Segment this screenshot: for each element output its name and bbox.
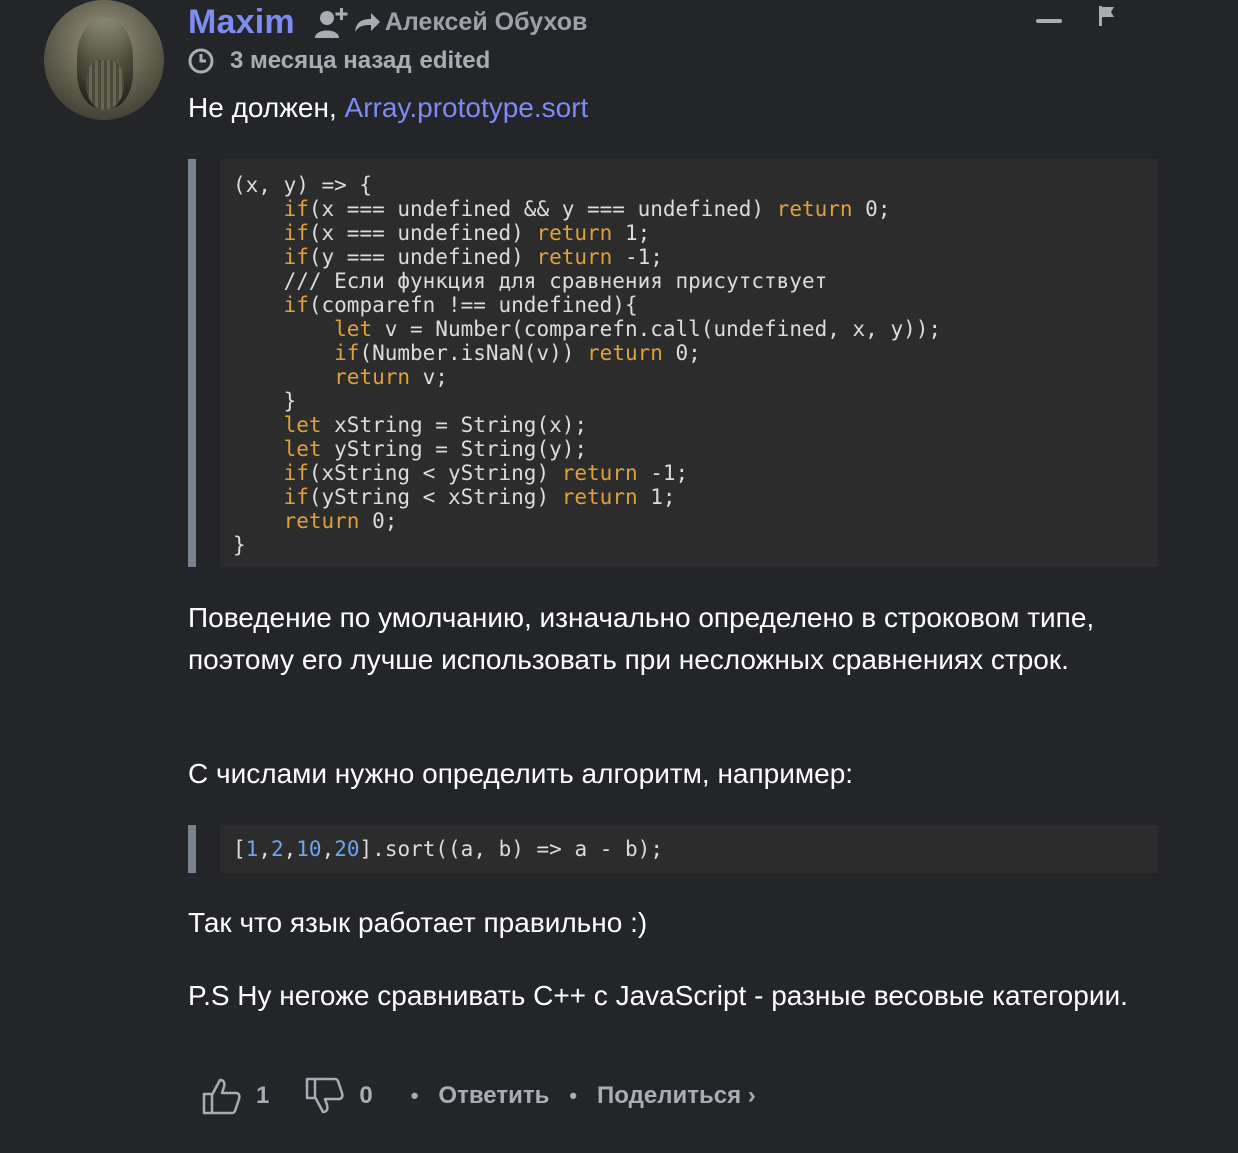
reply-button[interactable]: Ответить — [438, 1082, 549, 1110]
paragraph-4: Так что язык работает правильно :) — [188, 907, 648, 938]
intro-link[interactable]: Array.prototype.sort — [345, 92, 589, 123]
separator-dot: • — [410, 1083, 419, 1108]
code-block-1: (x, y) => { if(x === undefined && y === … — [188, 159, 1158, 567]
flag-icon[interactable] — [1097, 5, 1117, 27]
collapse-icon[interactable] — [1036, 19, 1062, 23]
comment-meta: 3 месяца назад edited — [188, 44, 490, 78]
reply-arrow-icon — [354, 13, 380, 32]
comment-intro: Не должен, Array.prototype.sort — [188, 87, 588, 129]
username[interactable]: Maxim — [188, 3, 295, 42]
reply-to-user[interactable]: Алексей Обухов — [385, 8, 588, 37]
separator-dot: • — [569, 1083, 578, 1108]
follow-icon[interactable] — [313, 4, 349, 40]
code-block-2-content: [1,2,10,20].sort((a, b) => a - b); — [233, 837, 663, 861]
comment-actions: 1 0 • Ответить • Поделиться › — [200, 1074, 756, 1118]
comment-header: Maxim Алексей Обухов — [188, 0, 587, 44]
upvote-count: 1 — [256, 1082, 270, 1109]
clock-icon — [188, 48, 214, 74]
code-block-2: [1,2,10,20].sort((a, b) => a - b); — [188, 825, 1158, 873]
downvote-count: 0 — [359, 1082, 373, 1109]
timestamp[interactable]: 3 месяца назад — [230, 47, 412, 75]
paragraph-5: P.S Ну негоже сравнивать C++ с JavaScrip… — [188, 980, 1128, 1011]
intro-text: Не должен, — [188, 92, 345, 123]
thumbs-down-icon[interactable] — [303, 1076, 345, 1116]
thumbs-up-icon[interactable] — [200, 1076, 242, 1116]
avatar-beard — [86, 60, 124, 110]
share-button[interactable]: Поделиться › — [597, 1082, 756, 1110]
avatar[interactable] — [44, 0, 164, 120]
paragraph-2: Поведение по умолчанию, изначально опред… — [188, 602, 1095, 675]
edited-label: edited — [419, 47, 491, 74]
code-block-1-content: (x, y) => { if(x === undefined && y === … — [233, 173, 942, 557]
paragraph-3: С числами нужно определить алгоритм, нап… — [188, 758, 854, 789]
